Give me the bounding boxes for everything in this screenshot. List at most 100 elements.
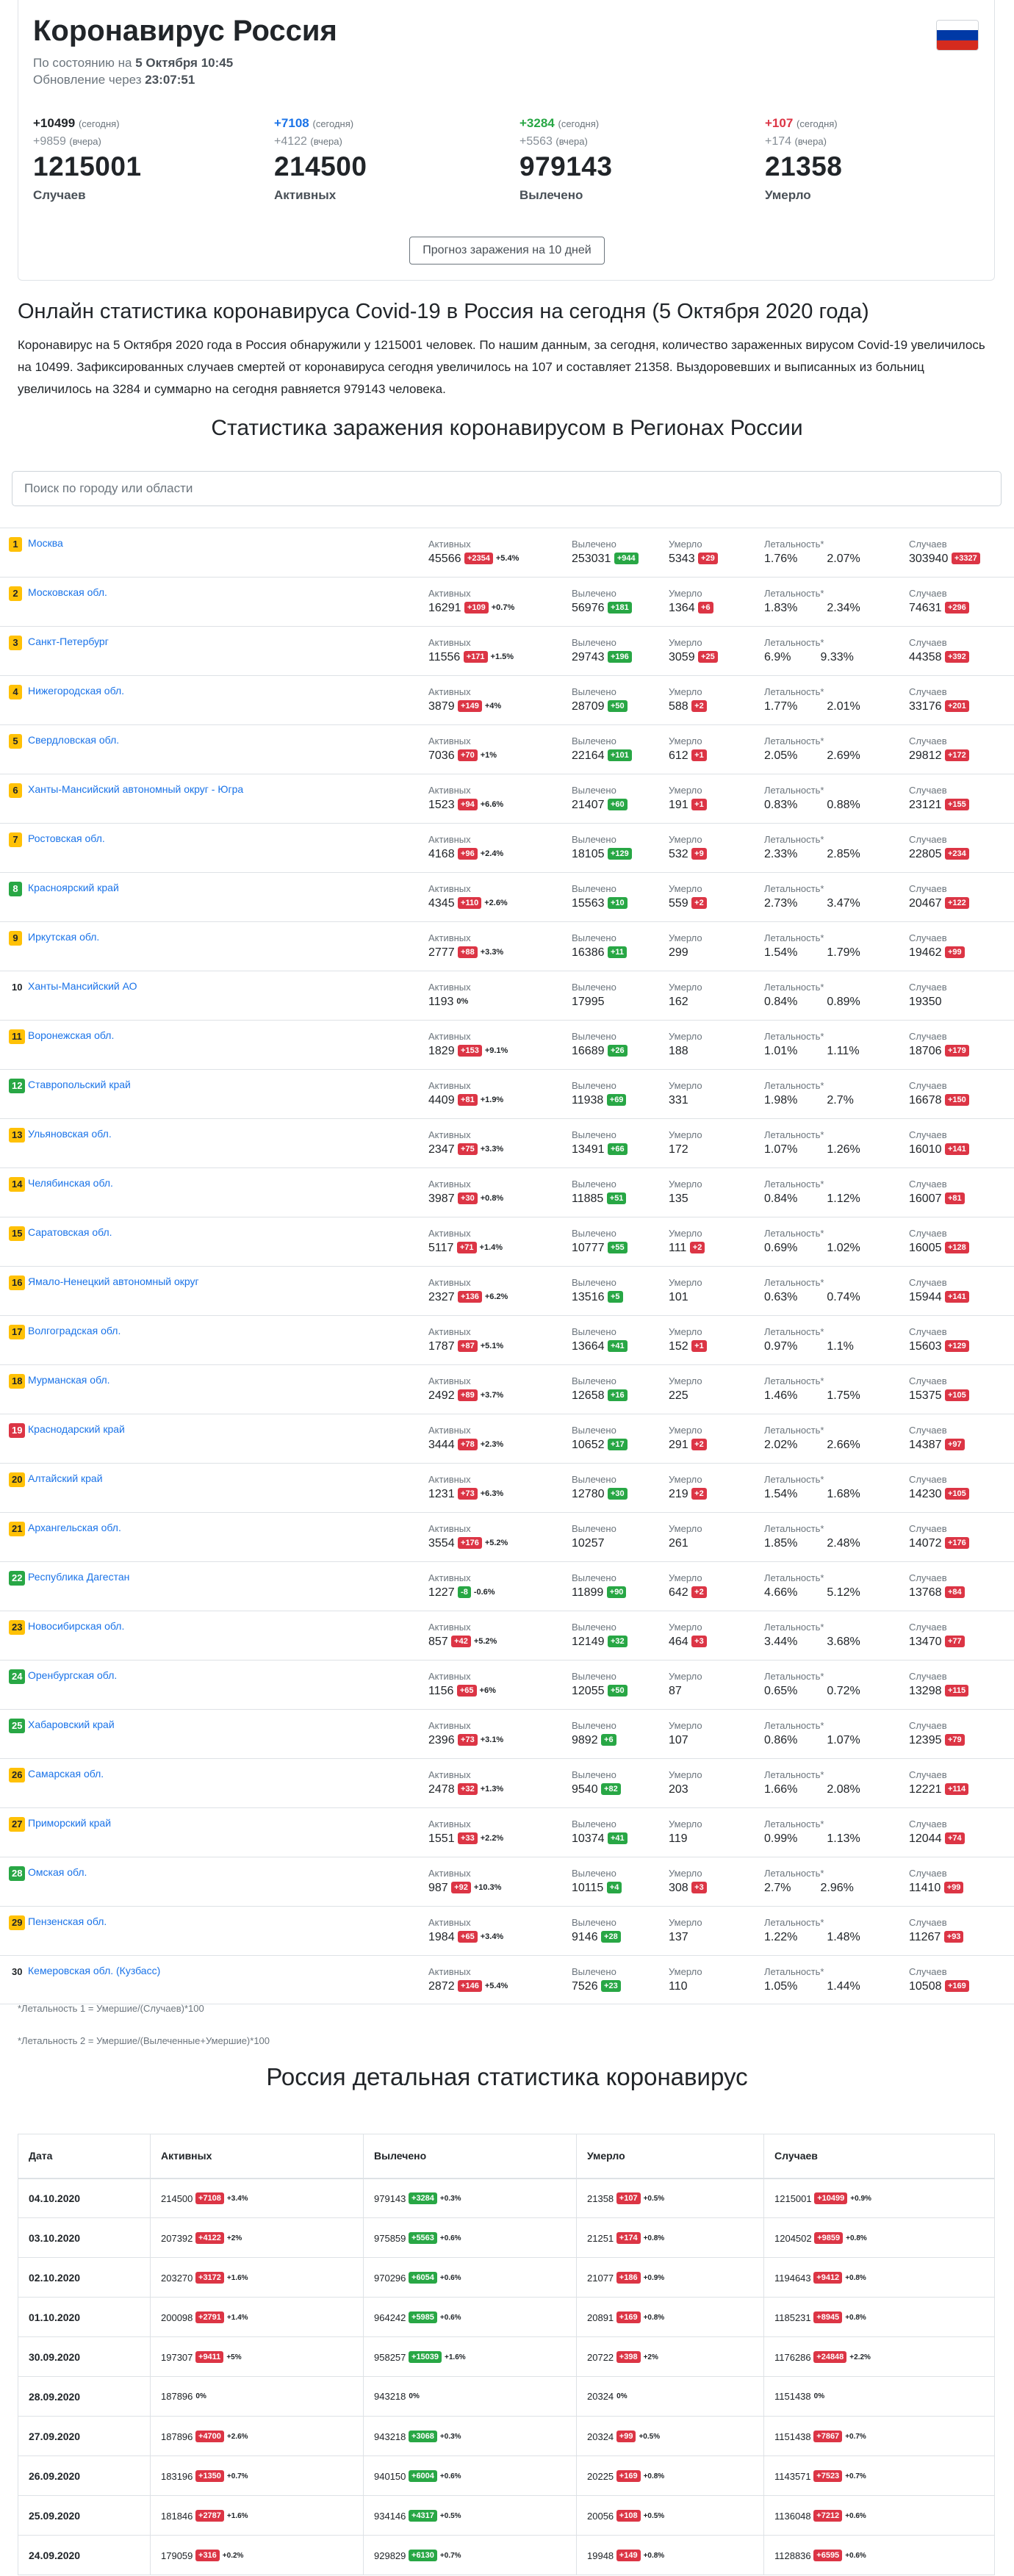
region-link[interactable]: Краснодарский край bbox=[28, 1423, 125, 1435]
region-link[interactable]: Ростовская обл. bbox=[28, 832, 105, 844]
region-lethality-value: 2.73% 3.47% bbox=[764, 897, 860, 910]
region-active-cell: Активных 1984 +65 +3.4% bbox=[428, 1917, 503, 1944]
region-cases-value: 13298 +115 bbox=[909, 1685, 969, 1698]
detail-cases-number: 1185231 bbox=[774, 2311, 811, 2323]
region-link[interactable]: Новосибирская обл. bbox=[28, 1620, 124, 1632]
active-percent: +3.1% bbox=[480, 1735, 504, 1744]
region-active-cell: Активных 2777 +88 +3.3% bbox=[428, 932, 503, 960]
region-link[interactable]: Иркутская обл. bbox=[28, 931, 99, 943]
region-link[interactable]: Красноярский край bbox=[28, 882, 119, 893]
recovered-delta-badge: +23 bbox=[601, 1980, 621, 1992]
lethality-1: 1.22% bbox=[764, 1931, 798, 1943]
cases-number: 16007 bbox=[909, 1192, 942, 1205]
active-percent: +2.6% bbox=[484, 899, 508, 907]
cases-number: 18706 bbox=[909, 1045, 942, 1057]
region-rank: 30 bbox=[12, 1966, 23, 1977]
region-link[interactable]: Кемеровская обл. (Кузбасс) bbox=[28, 1965, 160, 1976]
region-recovered-caption: Вылечено bbox=[572, 1031, 616, 1042]
active-number: 4345 bbox=[428, 897, 455, 910]
region-link[interactable]: Свердловская обл. bbox=[28, 734, 119, 746]
region-lethality-caption: Летальность* bbox=[764, 1966, 824, 1977]
lethality-1: 1.98% bbox=[764, 1094, 798, 1107]
stat-yesterday-value: +9859 bbox=[33, 135, 66, 148]
region-died-value: 642 +2 bbox=[669, 1586, 707, 1600]
region-cases-value: 16010 +141 bbox=[909, 1143, 969, 1156]
cases-number: 16005 bbox=[909, 1242, 942, 1254]
region-row: 14 Челябинская обл. Активных 3987 +30 +0.8% В… bbox=[0, 1168, 1014, 1217]
cases-number: 14230 bbox=[909, 1488, 942, 1500]
region-link[interactable]: Пензенская обл. bbox=[28, 1915, 107, 1927]
region-link[interactable]: Оренбургская обл. bbox=[28, 1669, 117, 1681]
region-recovered-value: 11938 +69 bbox=[572, 1094, 627, 1107]
region-link[interactable]: Республика Дагестан bbox=[28, 1571, 129, 1583]
region-cases-caption: Случаев bbox=[909, 982, 947, 993]
region-recovered-value: 13491 +66 bbox=[572, 1143, 628, 1156]
region-lethality-value: 1.54% 1.68% bbox=[764, 1488, 860, 1501]
region-recovered-cell: Вылечено 10777 +55 bbox=[572, 1228, 628, 1255]
region-died-cell: Умерло 299 bbox=[669, 932, 702, 960]
region-link[interactable]: Ямало-Ненецкий автономный округ bbox=[28, 1276, 199, 1287]
region-lethality-cell: Летальность* 1.54% 1.79% bbox=[764, 932, 860, 960]
region-active-cell: Активных 16291 +109 +0.7% bbox=[428, 588, 514, 615]
region-link[interactable]: Алтайский край bbox=[28, 1472, 103, 1484]
cases-delta-badge: +105 bbox=[944, 1389, 969, 1401]
region-link[interactable]: Санкт-Петербург bbox=[28, 636, 109, 647]
forecast-button[interactable]: Прогноз заражения на 10 дней bbox=[409, 237, 605, 265]
lethality-1: 1.54% bbox=[764, 946, 798, 959]
detail-died-percent: +0.8% bbox=[643, 2234, 665, 2242]
detail-died-cell: 20324 0% bbox=[576, 2376, 764, 2417]
region-link[interactable]: Ульяновская обл. bbox=[28, 1128, 112, 1140]
region-link[interactable]: Московская обл. bbox=[28, 586, 107, 598]
detail-active-delta-badge: +4122 bbox=[195, 2231, 224, 2244]
region-cases-cell: Случаев 13470 +77 bbox=[909, 1622, 965, 1649]
region-recovered-cell: Вылечено 7526 +23 bbox=[572, 1966, 621, 1993]
region-link[interactable]: Архангельская обл. bbox=[28, 1522, 121, 1533]
region-recovered-cell: Вылечено 11899 +90 bbox=[572, 1572, 627, 1600]
active-number: 987 bbox=[428, 1882, 448, 1894]
region-link[interactable]: Самарская обл. bbox=[28, 1768, 104, 1780]
region-active-caption: Активных bbox=[428, 932, 471, 943]
active-percent: +9.1% bbox=[484, 1046, 508, 1055]
region-lethality-caption: Летальность* bbox=[764, 1917, 824, 1928]
region-recovered-value: 9892 +6 bbox=[572, 1734, 616, 1747]
region-lethality-cell: Летальность* 0.99% 1.13% bbox=[764, 1818, 860, 1846]
region-link[interactable]: Ханты-Мансийский автономный округ - Югра bbox=[28, 783, 243, 795]
region-active-cell: Активных 1523 +94 +6.6% bbox=[428, 785, 503, 812]
region-link[interactable]: Ханты-Мансийский АО bbox=[28, 980, 137, 992]
died-delta-badge: +1 bbox=[691, 749, 707, 761]
region-link[interactable]: Москва bbox=[28, 537, 63, 549]
region-link[interactable]: Воронежская обл. bbox=[28, 1029, 114, 1041]
region-link[interactable]: Ставропольский край bbox=[28, 1079, 131, 1090]
region-row: 28 Омская обл. Активных 987 +92 +10.3% Вылече… bbox=[0, 1857, 1014, 1906]
region-cases-value: 13768 +84 bbox=[909, 1586, 965, 1600]
region-died-caption: Умерло bbox=[669, 883, 702, 894]
stat-yesterday-label: (вчера) bbox=[310, 136, 342, 147]
region-died-cell: Умерло 5343 +29 bbox=[669, 539, 718, 566]
region-search-input[interactable] bbox=[12, 471, 1002, 506]
lethality-1: 2.7% bbox=[764, 1882, 791, 1894]
region-link[interactable]: Приморский край bbox=[28, 1817, 111, 1829]
region-active-cell: Активных 2396 +73 +3.1% bbox=[428, 1720, 503, 1747]
region-link[interactable]: Хабаровский край bbox=[28, 1719, 115, 1730]
region-active-value: 4409 +81 +1.9% bbox=[428, 1094, 503, 1107]
detail-cases-cell: 1143571 +7523 +0.7% bbox=[763, 2456, 995, 2496]
detail-recovered-cell: 975859 +5563 +0.6% bbox=[363, 2217, 577, 2258]
region-link[interactable]: Мурманская обл. bbox=[28, 1374, 110, 1386]
region-link[interactable]: Саратовская обл. bbox=[28, 1226, 112, 1238]
region-link[interactable]: Волгоградская обл. bbox=[28, 1325, 121, 1336]
region-died-cell: Умерло 111 +2 bbox=[669, 1228, 705, 1255]
died-number: 111 bbox=[669, 1242, 687, 1254]
detail-recovered-number: 943218 bbox=[374, 2391, 406, 2402]
region-link[interactable]: Челябинская обл. bbox=[28, 1177, 113, 1189]
active-percent: +4% bbox=[484, 702, 502, 710]
region-cases-cell: Случаев 16005 +128 bbox=[909, 1228, 969, 1255]
region-row: 27 Приморский край Активных 1551 +33 +2.2% Вы… bbox=[0, 1807, 1014, 1857]
region-lethality-cell: Летальность* 2.7% 2.96% bbox=[764, 1868, 854, 1895]
region-lethality-value: 2.02% 2.66% bbox=[764, 1439, 860, 1452]
region-link[interactable]: Нижегородская обл. bbox=[28, 685, 124, 697]
active-delta-badge: +92 bbox=[451, 1882, 471, 1893]
active-number: 2396 bbox=[428, 1734, 455, 1746]
region-link[interactable]: Омская обл. bbox=[28, 1866, 87, 1878]
region-rank: 2 bbox=[9, 586, 22, 601]
region-cases-caption: Случаев bbox=[909, 637, 947, 648]
